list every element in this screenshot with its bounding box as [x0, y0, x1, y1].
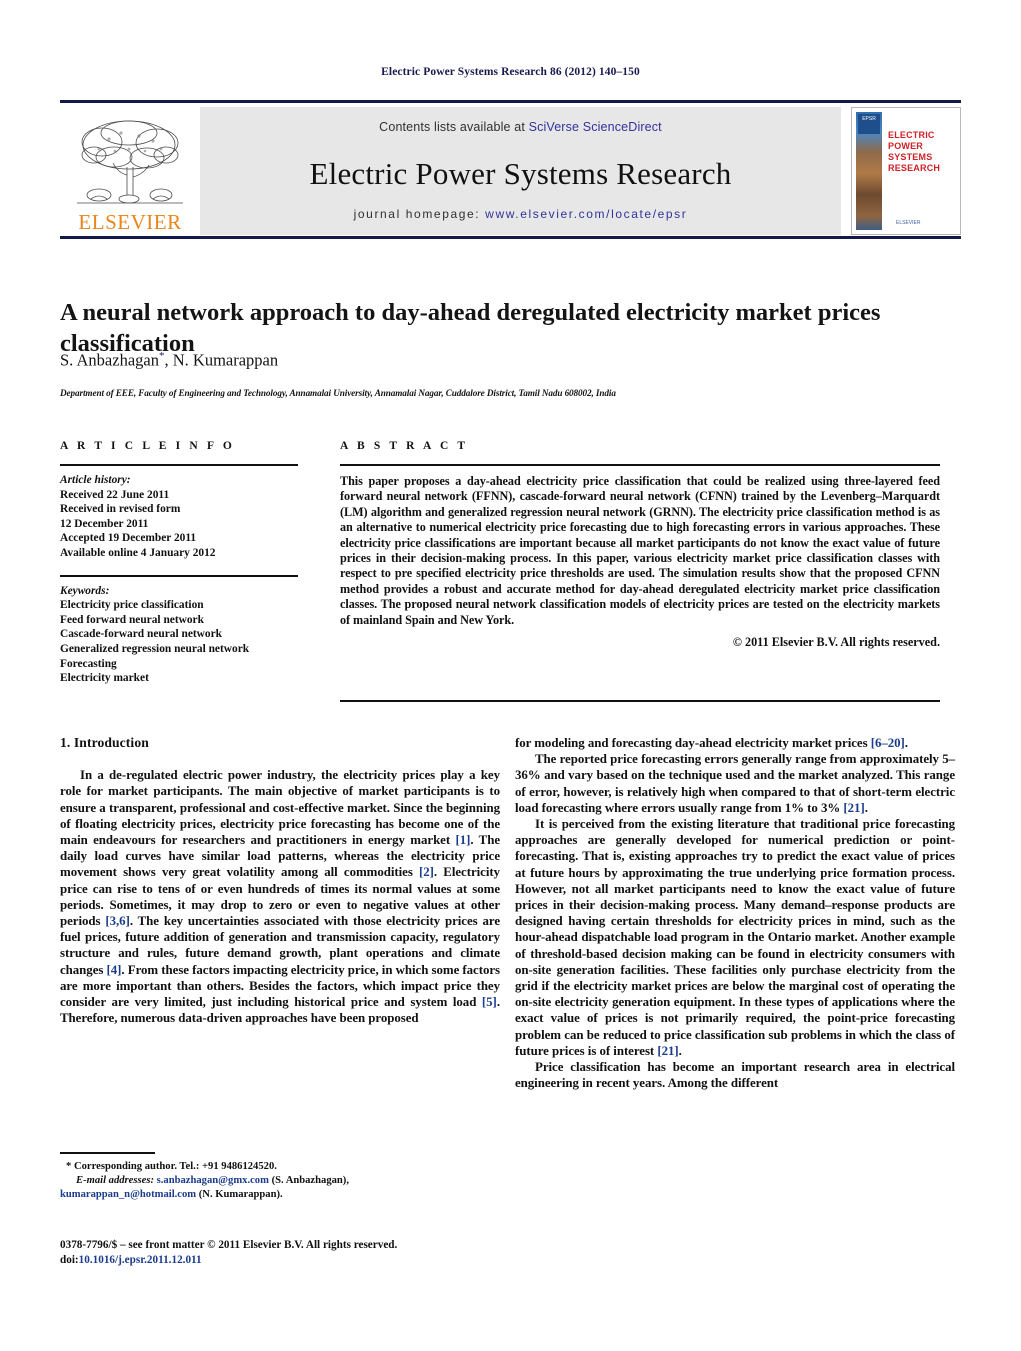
article-info-rule-top: [60, 464, 298, 466]
keywords-block: Keywords: Electricity price classificati…: [60, 584, 298, 686]
abstract-column: A B S T R A C T This paper proposes a da…: [340, 440, 940, 650]
abstract-rule-bottom: [340, 700, 940, 702]
keywords-label: Keywords:: [60, 584, 110, 597]
cover-title-line1: ELECTRIC POWER: [888, 130, 935, 151]
issn-line: 0378-7796/$ – see front matter © 2011 El…: [60, 1239, 398, 1251]
email-line-2: kumarappan_n@hotmail.com (N. Kumarappan)…: [60, 1188, 500, 1202]
article-history-label: Article history:: [60, 474, 131, 486]
keyword-item: Forecasting: [60, 657, 117, 670]
doi-link[interactable]: 10.1016/j.epsr.2011.12.011: [79, 1254, 202, 1266]
issn-doi-block: 0378-7796/$ – see front matter © 2011 El…: [60, 1238, 520, 1268]
citation-2[interactable]: [2]: [419, 865, 434, 879]
email-label: E-mail addresses:: [76, 1174, 154, 1186]
article-info-heading: A R T I C L E I N F O: [60, 440, 235, 452]
email-owner-2: (N. Kumarappan).: [196, 1188, 283, 1200]
journal-band: Contents lists available at SciVerse Sci…: [200, 107, 841, 235]
footnote-block: * Corresponding author. Tel.: +91 948612…: [60, 1152, 500, 1202]
citation-3-6[interactable]: [3,6]: [105, 914, 130, 928]
corresponding-author-text: Corresponding author. Tel.: +91 94861245…: [73, 1160, 277, 1172]
homepage-url-link[interactable]: www.elsevier.com/locate/epsr: [485, 207, 687, 221]
cont-text-b: .: [904, 736, 908, 750]
contents-list-line: Contents lists available at SciVerse Sci…: [200, 120, 841, 134]
sciencedirect-link[interactable]: SciVerse ScienceDirect: [529, 120, 662, 134]
elsevier-tree-icon: [77, 120, 183, 204]
para3-text-a: It is perceived from the existing litera…: [515, 817, 955, 1058]
history-item: Received 22 June 2011: [60, 488, 170, 501]
doi-line: doi:10.1016/j.epsr.2011.12.011: [60, 1253, 520, 1268]
contents-prefix: Contents lists available at: [379, 120, 529, 134]
journal-masthead: ELSEVIER Contents lists available at Sci…: [60, 100, 961, 235]
section-heading-introduction: 1. Introduction: [60, 735, 149, 750]
history-item: Accepted 19 December 2011: [60, 532, 197, 545]
keyword-item: Cascade-forward neural network: [60, 628, 222, 641]
history-item: 12 December 2011: [60, 517, 149, 530]
citation-1[interactable]: [1]: [455, 833, 470, 847]
email-owner-1: (S. Anbazhagan),: [268, 1174, 349, 1186]
paragraph-intro-3: It is perceived from the existing litera…: [515, 816, 955, 1059]
author-first: S. Anbazhagan: [60, 350, 159, 370]
keyword-item: Generalized regression neural network: [60, 642, 250, 655]
paragraph-intro-2: The reported price forecasting errors ge…: [515, 751, 955, 816]
homepage-prefix: journal homepage:: [353, 207, 486, 221]
abstract-rule-top: [340, 464, 940, 466]
keyword-item: Feed forward neural network: [60, 613, 204, 626]
author-list: S. Anbazhagan*, N. Kumarappan: [60, 350, 940, 371]
elsevier-wordmark: ELSEVIER: [78, 210, 182, 234]
abstract-copyright: © 2011 Elsevier B.V. All rights reserved…: [732, 635, 940, 650]
journal-cover-thumbnail: EPSR ELECTRIC POWER SYSTEMS RESEARCH ELS…: [851, 107, 961, 235]
corresponding-author-note: * Corresponding author. Tel.: +91 948612…: [60, 1160, 500, 1174]
abstract-text: This paper proposes a day-ahead electric…: [340, 474, 940, 627]
author-affiliation: Department of EEE, Faculty of Engineerin…: [60, 388, 616, 398]
citation-5[interactable]: [5]: [482, 995, 497, 1009]
cover-title: ELECTRIC POWER SYSTEMS RESEARCH: [888, 130, 955, 174]
cover-title-line2: SYSTEMS RESEARCH: [888, 152, 941, 173]
citation-21-a[interactable]: [21]: [843, 801, 864, 815]
body-column-right: for modeling and forecasting day-ahead e…: [515, 735, 955, 1091]
article-page: Electric Power Systems Research 86 (2012…: [0, 0, 1021, 1351]
article-history-block: Article history: Received 22 June 2011 R…: [60, 473, 298, 561]
elsevier-logo: ELSEVIER: [60, 107, 200, 235]
footnote-asterisk: *: [66, 1160, 72, 1172]
masthead-bottom-rule: [60, 236, 961, 239]
citation-6-20[interactable]: [6–20]: [871, 736, 905, 750]
cont-text-a: for modeling and forecasting day-ahead e…: [515, 736, 871, 750]
journal-homepage-line: journal homepage: www.elsevier.com/locat…: [200, 207, 841, 221]
keyword-item: Electricity price classification: [60, 599, 204, 612]
paragraph-intro-4: Price classification has become an impor…: [515, 1060, 955, 1091]
cover-publisher-mark: ELSEVIER: [896, 220, 921, 226]
intro-text-a: In a de-regulated electric power industr…: [60, 768, 500, 848]
para2-text-a: The reported price forecasting errors ge…: [515, 752, 955, 815]
footnote-rule: [60, 1152, 155, 1154]
paragraph-intro-1: In a de-regulated electric power industr…: [60, 767, 500, 1026]
keyword-item: Electricity market: [60, 672, 149, 685]
journal-title: Electric Power Systems Research: [309, 156, 732, 191]
author-rest: , N. Kumarappan: [164, 350, 279, 370]
article-info-column: A R T I C L E I N F O Article history: R…: [60, 440, 298, 686]
para3-text-b: .: [678, 1043, 682, 1058]
body-column-left: 1. Introduction In a de-regulated electr…: [60, 735, 500, 1026]
citation-21-b[interactable]: [21]: [657, 1044, 678, 1058]
article-info-rule-mid: [60, 574, 298, 577]
doi-label: doi:: [60, 1254, 79, 1266]
email-line-1: E-mail addresses: s.anbazhagan@gmx.com (…: [60, 1174, 500, 1188]
para2-text-b: .: [864, 800, 868, 815]
citation-4[interactable]: [4]: [107, 963, 122, 977]
email-link-1[interactable]: s.anbazhagan@gmx.com: [157, 1175, 269, 1186]
history-item: Received in revised form: [60, 503, 181, 516]
abstract-heading: A B S T R A C T: [340, 440, 469, 452]
paragraph-continuation: for modeling and forecasting day-ahead e…: [515, 735, 955, 751]
intro-text-e: . From these factors impacting electrici…: [60, 962, 501, 1010]
cover-badge: EPSR: [858, 114, 880, 134]
history-item: Available online 4 January 2012: [60, 546, 216, 559]
running-head: Electric Power Systems Research 86 (2012…: [381, 66, 640, 78]
email-link-2[interactable]: kumarappan_n@hotmail.com: [60, 1189, 196, 1200]
